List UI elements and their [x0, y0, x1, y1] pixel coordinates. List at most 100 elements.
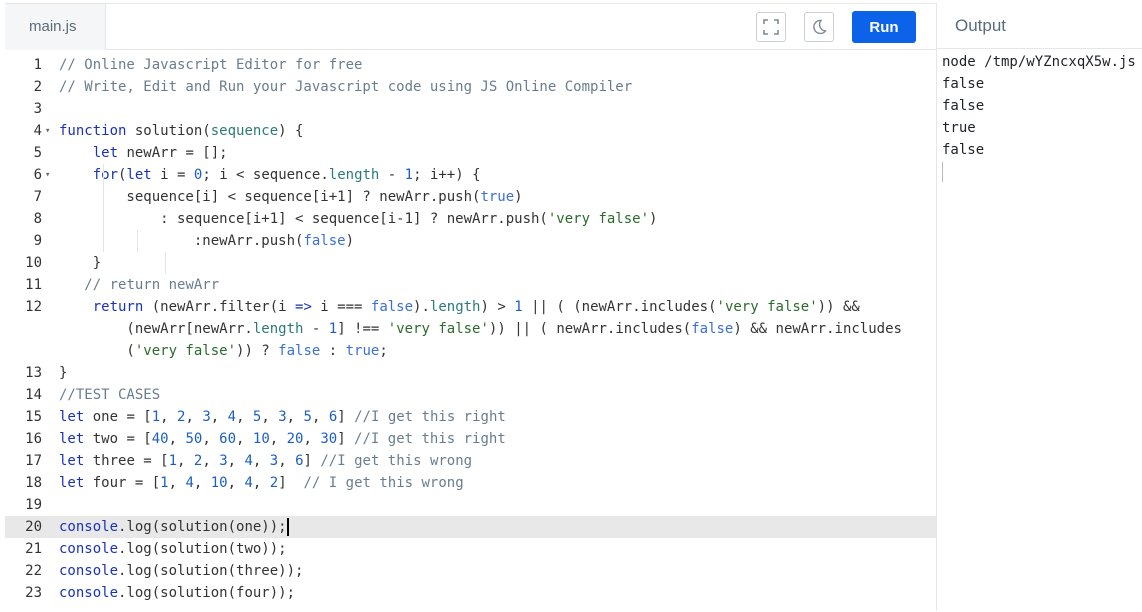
line-number: 21	[25, 541, 42, 557]
code-token: true	[345, 343, 380, 359]
code-line[interactable]: 13}	[5, 362, 936, 384]
code-token: // I get this wrong	[303, 475, 464, 491]
code-token: 1	[404, 167, 414, 183]
line-number: 17	[25, 453, 42, 469]
code-token: i =	[151, 167, 194, 183]
code-token: 50	[185, 431, 203, 447]
output-line: node /tmp/wYZncxqX5w.js	[942, 54, 1136, 70]
indent-guide	[137, 230, 138, 252]
code-line[interactable]: 10 }	[5, 252, 936, 274]
line-number: 3	[33, 101, 42, 117]
code-line[interactable]: (newArr[newArr.length - 1] !== 'very fal…	[5, 318, 936, 340]
code-token: //I get this right	[354, 431, 506, 447]
code-token: ]	[337, 409, 355, 425]
code-token: 4	[244, 475, 253, 491]
code-token: let	[59, 475, 85, 491]
code-line[interactable]: 2 // Write, Edit and Run your Javascript …	[5, 76, 936, 98]
code-line[interactable]: 9 :newArr.push(false)	[5, 230, 936, 252]
code-token: // Write, Edit and Run your Javascript c…	[59, 79, 633, 95]
code-editor[interactable]: 1 // Online Javascript Editor for free 2 //…	[5, 50, 936, 612]
code-line[interactable]: 8 : sequence[i+1] < sequence[i-1] ? newA…	[5, 208, 936, 230]
code-token: console	[59, 585, 119, 601]
code-text: console.log(solution(one));	[59, 516, 287, 538]
output-console[interactable]: node /tmp/wYZncxqX5w.js false false true fal…	[942, 51, 1136, 182]
code-token: solution(	[126, 123, 211, 139]
theme-toggle-button[interactable]	[804, 12, 834, 42]
code-token: ).	[413, 299, 430, 315]
code-line[interactable]: 17 let three = [1, 2, 3, 4, 3, 6] //I get…	[5, 450, 936, 472]
code-token: 1	[514, 299, 523, 315]
code-line[interactable]: 20 console.log(solution(one));	[5, 516, 936, 538]
code-token: .log(solution(four));	[118, 585, 296, 601]
code-token: ]	[278, 475, 304, 491]
code-token: console	[59, 563, 119, 579]
code-line[interactable]: 3	[5, 98, 936, 120]
code-line[interactable]: 23 console.log(solution(four));	[5, 582, 936, 604]
code-line[interactable]: ('very false')) ? false : true;	[5, 340, 936, 362]
code-token: let	[59, 431, 85, 447]
code-token: -	[303, 321, 329, 337]
run-button[interactable]: Run	[852, 11, 916, 43]
fold-toggle-icon[interactable]: ▾	[45, 120, 50, 142]
code-line[interactable]: 12 return (newArr.filter(i => i === fals…	[5, 296, 936, 318]
code-token: false	[691, 321, 734, 337]
fold-toggle-icon[interactable]: ▾	[45, 164, 50, 186]
code-token: 1	[328, 321, 338, 337]
code-line[interactable]: 19	[5, 494, 936, 516]
code-token: || ( (newArr.includes(	[522, 299, 717, 315]
code-token: false	[303, 233, 346, 249]
code-line[interactable]: 6 ▾ for(let i = 0; i < sequence.length - …	[5, 164, 936, 186]
code-line[interactable]: 7 sequence[i] < sequence[i+1] ? newArr.p…	[5, 186, 936, 208]
code-line[interactable]: 16 let two = [40, 50, 60, 10, 20, 30] //I…	[5, 428, 936, 450]
code-token: console	[59, 519, 119, 535]
code-token: 3	[219, 453, 228, 469]
code-line[interactable]: 4 ▾ function solution(sequence) {	[5, 120, 936, 142]
code-token: let	[59, 409, 85, 425]
code-line[interactable]: 21 console.log(solution(two));	[5, 538, 936, 560]
file-tab-main-js[interactable]: main.js	[5, 4, 106, 50]
code-token: // Online Javascript Editor for free	[59, 57, 363, 73]
line-number: 1	[33, 57, 42, 73]
code-text: // Write, Edit and Run your Javascript c…	[59, 76, 632, 98]
line-number: 14	[25, 387, 42, 403]
code-token: 60	[219, 431, 237, 447]
fullscreen-button[interactable]	[756, 12, 786, 42]
code-line[interactable]: 11 // return newArr	[5, 274, 936, 296]
code-token: //I get this wrong	[320, 453, 473, 469]
code-token: ] !==	[337, 321, 388, 337]
code-token: 1	[168, 453, 178, 469]
code-token: ,	[278, 453, 296, 469]
code-token: ,	[193, 475, 211, 491]
code-token: ,	[185, 409, 203, 425]
code-token: 2	[269, 475, 279, 491]
code-token: false	[278, 343, 321, 359]
editor-pane: main.js Run 1 // Online Javascript Editor…	[5, 3, 936, 612]
code-text: console.log(solution(two));	[59, 538, 287, 560]
line-number: 2	[33, 79, 42, 95]
code-text: : sequence[i+1] < sequence[i-1] ? newArr…	[59, 208, 657, 230]
line-number: 13	[25, 365, 42, 381]
line-number: 10	[25, 255, 42, 271]
code-text: ('very false')) ? false : true;	[59, 340, 387, 362]
code-token: )) &&	[817, 299, 860, 315]
code-token: (	[59, 343, 135, 359]
code-line[interactable]: 18 let four = [1, 4, 10, 4, 2] // I get t…	[5, 472, 936, 494]
code-token: three = [	[84, 453, 169, 469]
output-line: false	[942, 142, 985, 158]
code-line[interactable]: 22 console.log(solution(three));	[5, 560, 936, 582]
code-text: let four = [1, 4, 10, 4, 2] // I get thi…	[59, 472, 464, 494]
line-number: 19	[25, 497, 42, 513]
code-line[interactable]: 5 let newArr = [];	[5, 142, 936, 164]
line-number: 16	[25, 431, 42, 447]
code-token: ,	[177, 453, 194, 469]
code-token: )) || ( newArr.includes(	[488, 321, 692, 337]
code-text: return (newArr.filter(i => i === false).…	[59, 296, 860, 318]
code-token: ,	[202, 453, 220, 469]
code-token: 'very false'	[547, 211, 650, 227]
code-line[interactable]: 1 // Online Javascript Editor for free	[5, 54, 936, 76]
code-token: ,	[311, 409, 329, 425]
code-token: )) ?	[236, 343, 279, 359]
code-line[interactable]: 15 let one = [1, 2, 3, 4, 5, 3, 5, 6] //I…	[5, 406, 936, 428]
code-line[interactable]: 14 //TEST CASES	[5, 384, 936, 406]
